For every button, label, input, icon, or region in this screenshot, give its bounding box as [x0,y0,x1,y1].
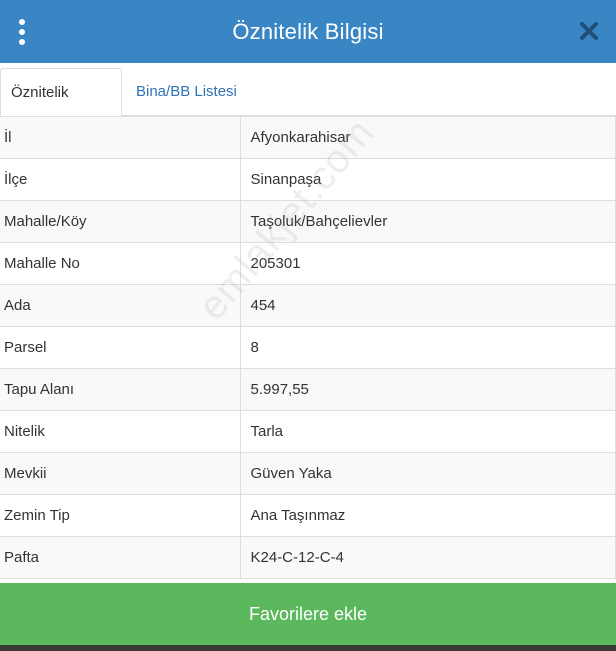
attribute-table: İl Afyonkarahisar İlçe Sinanpaşa Mahalle/Köy… [0,116,616,579]
attribute-key: Nitelik [0,410,241,453]
table-row: Pafta K24-C-12-C-4 [0,536,616,579]
close-icon[interactable] [578,20,600,42]
attribute-key: Pafta [0,536,241,579]
table-row: İl Afyonkarahisar [0,116,616,159]
background-strip [0,645,616,651]
attribute-value: Ana Taşınmaz [239,494,616,537]
tab-attribute-info[interactable]: Öznitelik Bilgisi [0,68,122,148]
table-row: Parsel 8 [0,326,616,369]
add-to-favorites-button[interactable]: Favorilere ekle [0,583,616,645]
table-row: Mahalle No 205301 [0,242,616,285]
attribute-key: Mahalle/Köy [0,200,241,243]
attribute-info-panel: Öznitelik Bilgisi Öznitelik Bilgisi Bina… [0,0,616,645]
table-row: Mevkii Güven Yaka [0,452,616,495]
attribute-key: Mahalle No [0,242,241,285]
table-row: Nitelik Tarla [0,410,616,453]
tab-bar: Öznitelik Bilgisi Bina/BB Listesi [0,63,616,148]
attribute-value: Sinanpaşa [239,158,616,201]
table-row: Zemin Tip Ana Taşınmaz [0,494,616,537]
attribute-value: 5.997,55 [239,368,616,411]
table-row: İlçe Sinanpaşa [0,158,616,201]
attribute-key: Parsel [0,326,241,369]
attribute-key: Ada [0,284,241,327]
attribute-key: Mevkii [0,452,241,495]
attribute-value: 205301 [239,242,616,285]
attribute-value: Taşoluk/Bahçelievler [239,200,616,243]
attribute-value: Afyonkarahisar [239,116,616,159]
header-bar: Öznitelik Bilgisi [0,0,616,63]
attribute-value: Güven Yaka [239,452,616,495]
attribute-value: K24-C-12-C-4 [239,536,616,579]
vertical-dots-icon[interactable] [12,18,34,46]
page-title: Öznitelik Bilgisi [232,19,384,44]
attribute-key: İlçe [0,158,241,201]
table-row: Ada 454 [0,284,616,327]
attribute-value: 454 [239,284,616,327]
attribute-key: İl [0,116,241,159]
tab-building-list[interactable]: Bina/BB Listesi [126,68,247,115]
attribute-key: Zemin Tip [0,494,241,537]
attribute-value: 8 [239,326,616,369]
attribute-key: Tapu Alanı [0,368,241,411]
table-row: Tapu Alanı 5.997,55 [0,368,616,411]
attribute-value: Tarla [239,410,616,453]
table-row: Mahalle/Köy Taşoluk/Bahçelievler [0,200,616,243]
